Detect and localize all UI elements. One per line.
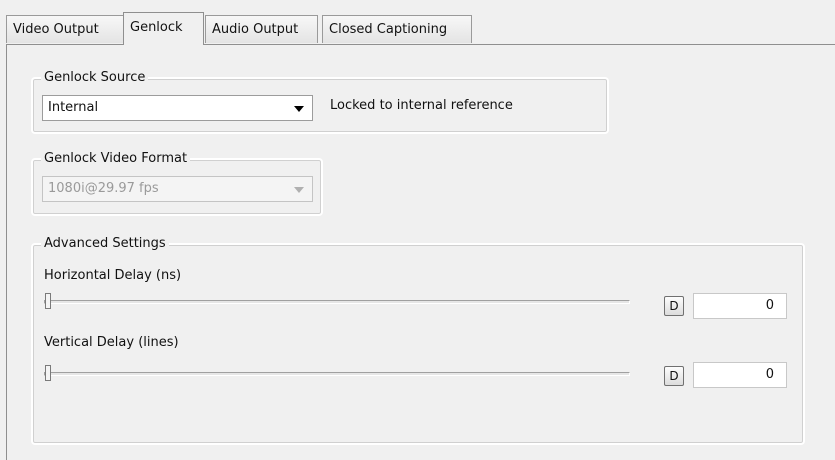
- genlock-settings-window: Video Output Genlock Audio Output Closed…: [0, 0, 835, 460]
- horizontal-delay-input[interactable]: 0: [693, 293, 787, 319]
- tab-closed-captioning[interactable]: Closed Captioning: [322, 15, 472, 43]
- genlock-video-format-title: Genlock Video Format: [41, 151, 191, 167]
- chevron-down-icon: [294, 187, 304, 193]
- tab-video-output[interactable]: Video Output: [6, 15, 124, 43]
- vertical-delay-slider-track[interactable]: [44, 372, 630, 376]
- tab-genlock[interactable]: Genlock: [123, 12, 204, 45]
- genlock-status-text: Locked to internal reference: [330, 98, 513, 113]
- vertical-delay-input[interactable]: 0: [693, 362, 787, 388]
- tab-audio-output[interactable]: Audio Output: [205, 15, 318, 43]
- vertical-delay-slider-thumb[interactable]: [45, 365, 51, 381]
- chevron-down-icon: [294, 106, 304, 112]
- vertical-delay-label: Vertical Delay (lines): [44, 335, 179, 350]
- horizontal-delay-slider-thumb[interactable]: [45, 293, 51, 309]
- horizontal-delay-slider-track[interactable]: [44, 300, 630, 304]
- horizontal-delay-label: Horizontal Delay (ns): [44, 268, 182, 283]
- vertical-delay-default-button[interactable]: D: [664, 366, 684, 386]
- horizontal-delay-default-button[interactable]: D: [664, 296, 684, 316]
- genlock-video-format-dropdown: 1080i@29.97 fps: [42, 176, 313, 202]
- tab-bar: Video Output Genlock Audio Output Closed…: [6, 12, 835, 45]
- genlock-source-title: Genlock Source: [41, 70, 149, 86]
- genlock-source-value: Internal: [48, 100, 99, 115]
- advanced-settings-title: Advanced Settings: [41, 236, 169, 252]
- genlock-video-format-value: 1080i@29.97 fps: [48, 181, 159, 196]
- genlock-source-dropdown[interactable]: Internal: [42, 95, 313, 121]
